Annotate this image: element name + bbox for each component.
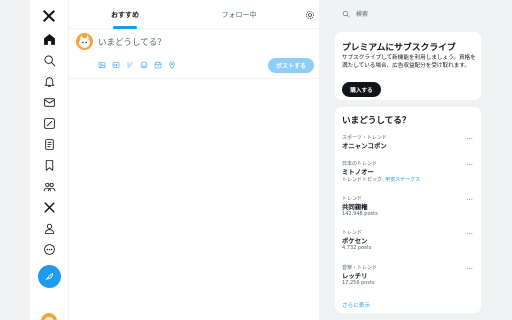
timeline-column: おすすめ フォロー中 いまどうしてる？ ポストする: [68, 0, 321, 320]
more-options-icon[interactable]: …: [466, 194, 473, 202]
premium-title: プレミアムにサブスクライブ: [342, 43, 456, 53]
left-nav: [30, 0, 68, 320]
trend-topic-link[interactable]: 甲安ステークス: [385, 177, 420, 183]
post-button[interactable]: ポストする: [268, 58, 314, 73]
account-avatar[interactable]: [41, 313, 57, 320]
tab-following[interactable]: フォロー中: [181, 0, 297, 29]
post-compose-button[interactable]: [38, 265, 61, 288]
trend-name: 共同親権: [342, 203, 368, 211]
trends-card: いまどうしてる？ スポーツ・トレンド オニャンコポン … 日本のトレンド ミトノ…: [334, 106, 482, 314]
trends-title: いまどうしてる？: [342, 116, 411, 126]
communities-icon[interactable]: [30, 176, 68, 196]
poll-icon[interactable]: [125, 60, 135, 70]
more-options-icon[interactable]: …: [466, 263, 473, 271]
trend-item[interactable]: 日本のトレンド ミトノオー トレンドトピック: 甲安ステークス …: [335, 159, 481, 190]
more-icon[interactable]: [30, 239, 68, 259]
trend-post-count: 4,732 posts: [342, 245, 372, 251]
subscribe-button[interactable]: 購入する: [342, 82, 381, 97]
search-bar[interactable]: [334, 5, 482, 24]
trend-item[interactable]: 音楽・トレンド レッチリ 17,256 posts …: [335, 263, 481, 294]
avatar: [76, 33, 93, 50]
more-options-icon[interactable]: …: [466, 228, 473, 236]
trend-topic-label: トレンドトピック:: [342, 177, 386, 183]
trend-category: スポーツ・トレンド: [342, 135, 387, 141]
trend-post-count: 142,948 posts: [342, 211, 378, 217]
trend-post-count: 17,256 posts: [342, 280, 375, 286]
trend-name: ポケセン: [342, 237, 368, 245]
emoji-icon[interactable]: [139, 60, 149, 70]
search-icon[interactable]: [30, 50, 68, 70]
profile-icon[interactable]: [30, 218, 68, 238]
lists-icon[interactable]: [30, 134, 68, 154]
trend-item[interactable]: トレンド ポケセン 4,732 posts …: [335, 228, 481, 259]
gear-icon[interactable]: [303, 8, 316, 21]
premium-x-icon[interactable]: [30, 197, 68, 217]
mail-icon[interactable]: [30, 92, 68, 112]
feather-icon: [45, 272, 54, 281]
image-icon[interactable]: [97, 60, 107, 70]
post-composer: いまどうしてる？ ポストする: [69, 29, 321, 79]
search-icon: [342, 10, 350, 18]
bell-icon[interactable]: [30, 71, 68, 91]
more-options-icon[interactable]: …: [466, 159, 473, 167]
trend-category: トレンド: [342, 196, 363, 202]
trend-name: ミトノオー: [342, 168, 374, 176]
grok-icon[interactable]: [30, 113, 68, 133]
trend-item[interactable]: トレンド 共同親権 142,948 posts …: [335, 194, 481, 225]
search-input[interactable]: [356, 8, 476, 21]
location-icon[interactable]: [167, 60, 177, 70]
trend-name: オニャンコポン: [342, 142, 387, 150]
more-options-icon[interactable]: …: [466, 133, 473, 141]
x-logo[interactable]: [30, 6, 68, 26]
trend-topic: トレンドトピック: 甲安ステークス: [342, 176, 420, 183]
show-more-link[interactable]: さらに表示: [342, 301, 370, 309]
home-icon[interactable]: [30, 29, 68, 49]
tab-for-you[interactable]: おすすめ: [69, 0, 181, 29]
premium-card: プレミアムにサブスクライブ サブスクライブして新機能を利用しましょう。資格を満た…: [334, 31, 482, 101]
bookmark-icon[interactable]: [30, 155, 68, 175]
schedule-icon[interactable]: [153, 60, 163, 70]
timeline-tabs: おすすめ フォロー中: [69, 0, 321, 29]
trend-category: トレンド: [342, 230, 363, 236]
trend-name: レッチリ: [342, 272, 368, 280]
compose-input[interactable]: いまどうしてる？: [98, 36, 166, 48]
trend-category: 音楽・トレンド: [342, 265, 378, 271]
gif-icon[interactable]: [111, 60, 121, 70]
trend-category: 日本のトレンド: [342, 161, 378, 167]
premium-description: サブスクライブして新機能を利用しましょう。資格を満たしている場合、広告収益配分を…: [342, 55, 476, 70]
